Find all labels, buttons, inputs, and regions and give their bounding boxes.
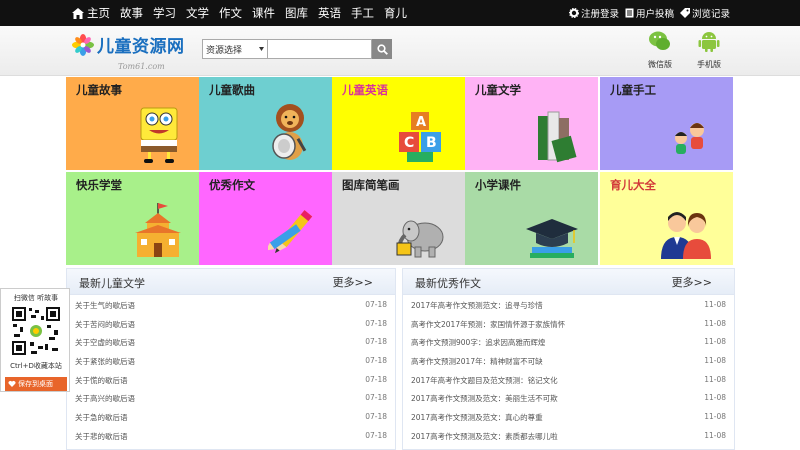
list-item[interactable]: 关于高兴的歇后语 07-18 [75, 393, 387, 411]
nav-gallery[interactable]: 图库 [285, 5, 308, 21]
nav-stories[interactable]: 故事 [120, 5, 143, 21]
nav-crafts[interactable]: 手工 [351, 5, 374, 21]
list-item[interactable]: 2017年高考作文预测范文：追寻与珍惜 11-08 [411, 300, 726, 318]
nav-courseware[interactable]: 课件 [252, 5, 275, 21]
list-item[interactable]: 关于慌的歇后语 07-18 [75, 375, 387, 393]
grad-cap-icon [526, 219, 578, 258]
spongebob-icon [140, 107, 178, 163]
list-item[interactable]: 关于苦闷的歇后语 07-18 [75, 319, 387, 337]
tile-label: 儿童手工 [610, 83, 656, 97]
list-item[interactable]: 高考作文2017年预测：家国情怀源于家族情怀 11-08 [411, 319, 726, 337]
android-icon [698, 32, 720, 52]
search-icon [376, 43, 388, 55]
tile-parenting[interactable]: 育儿大全 [600, 172, 733, 265]
document-icon [625, 8, 634, 18]
nav-english[interactable]: 英语 [318, 5, 341, 21]
books-icon [538, 111, 577, 163]
user-submit-link[interactable]: 用户投稿 [625, 6, 674, 20]
tile-label: 育儿大全 [610, 178, 656, 192]
wechat-version[interactable]: 微信版 [640, 29, 680, 70]
home-icon [72, 7, 84, 19]
top-nav-bar: 主页 故事 学习 文学 作文 课件 图库 英语 手工 育儿 注册登录 用户投稿 … [0, 0, 800, 26]
nav-parenting[interactable]: 育儿 [384, 5, 407, 21]
svg-text:A: A [416, 115, 426, 130]
svg-text:C: C [404, 135, 414, 151]
tile-label: 儿童文学 [475, 83, 521, 97]
history-link[interactable]: 浏览记录 [679, 6, 730, 20]
tile-literature[interactable]: 儿童文学 [465, 77, 598, 170]
tile-label: 儿童英语 [342, 83, 388, 97]
list-item[interactable]: 2017高考作文预测及范文：素质都去哪儿啦 11-08 [411, 431, 726, 449]
qr-widget: 扫微信 听故事 Ctrl+D收藏本站 保存到桌面 [0, 288, 70, 392]
qr-caption-bottom: Ctrl+D收藏本站 [10, 362, 62, 370]
literature-panel: 最新儿童文学 更多>> 关于生气的歇后语 07-18 关于苦闷的歇后语 07-18 … [66, 268, 396, 450]
tile-label: 优秀作文 [209, 178, 255, 192]
tile-compositions[interactable]: 优秀作文 [199, 172, 332, 265]
site-logo[interactable]: 儿童资源网 [72, 32, 185, 57]
list-item[interactable]: 关于悲的歇后语 07-18 [75, 431, 387, 449]
tile-label: 儿童歌曲 [209, 83, 255, 97]
register-login-link[interactable]: 注册登录 [568, 6, 619, 20]
nav-study[interactable]: 学习 [153, 5, 176, 21]
main-nav: 主页 故事 学习 文学 作文 课件 图库 英语 手工 育儿 [72, 0, 417, 26]
logo-subtitle: Tom61.com [118, 62, 165, 71]
qr-code-icon [11, 306, 61, 356]
search-bar: 资源选择 [202, 39, 392, 59]
tile-classroom[interactable]: 快乐学堂 [66, 172, 199, 265]
list-item[interactable]: 关于生气的歇后语 07-18 [75, 300, 387, 318]
user-links: 注册登录 用户投稿 浏览记录 [563, 0, 730, 26]
save-to-desktop-button[interactable]: 保存到桌面 [5, 377, 67, 391]
more-link[interactable]: 更多>> [333, 274, 373, 290]
qr-caption-top: 扫微信 听故事 [13, 294, 59, 302]
list-item[interactable]: 2017年高考作文题目及范文预测：铭记文化 11-08 [411, 375, 726, 393]
search-input[interactable] [268, 39, 372, 59]
tile-courseware[interactable]: 小学课件 [465, 172, 598, 265]
tile-stories[interactable]: 儿童故事 [66, 77, 199, 170]
tile-crafts[interactable]: 儿童手工 [600, 77, 733, 170]
dropdown-arrow-icon [259, 47, 264, 51]
tile-english[interactable]: 儿童英语 A C B [332, 77, 465, 170]
tile-label: 图库简笔画 [342, 178, 400, 192]
panel-header: 最新优秀作文 更多>> [403, 269, 734, 295]
nav-home-label: 主页 [87, 6, 110, 20]
search-button[interactable] [372, 39, 392, 59]
panel-header: 最新儿童文学 更多>> [67, 269, 395, 295]
list-item[interactable]: 2017高考作文预测及范文：真心的尊重 11-08 [411, 412, 726, 430]
tile-songs[interactable]: 儿童歌曲 [199, 77, 332, 170]
list-item[interactable]: 2017高考作文预测及范文：美丽生活不可欺 11-08 [411, 393, 726, 411]
panel-title: 最新优秀作文 [415, 277, 481, 290]
school-icon [135, 203, 181, 257]
gear-icon [568, 8, 579, 18]
nav-literature[interactable]: 文学 [186, 5, 209, 21]
lion-drum-icon [272, 104, 307, 160]
svg-text:B: B [426, 135, 437, 151]
flower-logo-icon [72, 33, 94, 56]
more-link[interactable]: 更多>> [672, 274, 712, 290]
tag-icon [679, 8, 690, 18]
compositions-panel: 最新优秀作文 更多>> 2017年高考作文预测范文：追寻与珍惜 11-08 高考作… [402, 268, 735, 450]
elephant-icon [396, 220, 444, 258]
tile-gallery[interactable]: 图库简笔画 [332, 172, 465, 265]
site-header: 儿童资源网 Tom61.com 资源选择 微信版 手机版 [0, 26, 800, 76]
wechat-icon [649, 31, 670, 50]
logo-title: 儿童资源网 [97, 37, 185, 57]
list-item[interactable]: 高考作文预测2017年：精神财富不可缺 11-08 [411, 356, 726, 374]
pencil-icon [268, 210, 313, 254]
heart-icon [8, 380, 16, 387]
resource-select[interactable]: 资源选择 [202, 39, 268, 59]
moon-kids-icon [657, 116, 704, 164]
tile-label: 儿童故事 [76, 83, 122, 97]
nav-composition[interactable]: 作文 [219, 5, 242, 21]
abc-blocks-icon: A C B [399, 112, 441, 162]
tile-label: 快乐学堂 [76, 178, 122, 192]
list-item[interactable]: 关于空虚的歇后语 07-18 [75, 337, 387, 355]
mobile-version[interactable]: 手机版 [689, 29, 729, 70]
parents-icon [661, 212, 711, 259]
nav-home[interactable]: 主页 [72, 5, 110, 21]
tile-label: 小学课件 [475, 178, 521, 192]
list-item[interactable]: 高考作文预测900字：追求因高雅而辉煌 11-08 [411, 337, 726, 355]
panel-title: 最新儿童文学 [79, 277, 145, 290]
list-item[interactable]: 关于紧张的歇后语 07-18 [75, 356, 387, 374]
list-item[interactable]: 关于急的歇后语 07-18 [75, 412, 387, 430]
